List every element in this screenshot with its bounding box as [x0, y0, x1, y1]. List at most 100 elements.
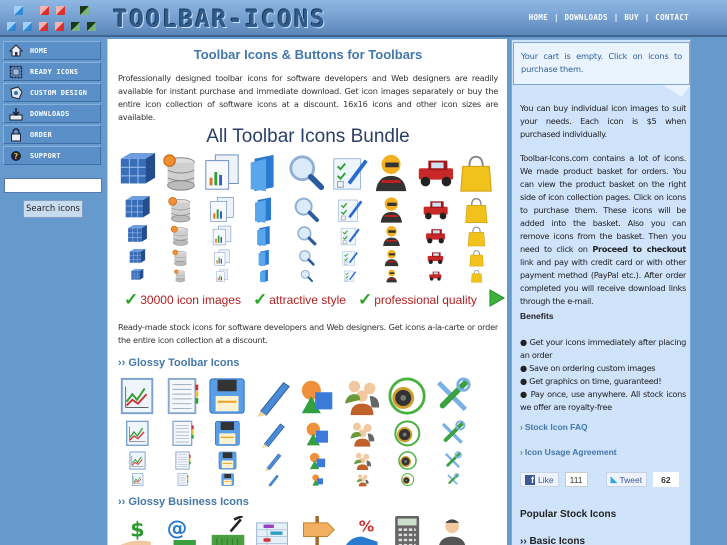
- businessman-icon[interactable]: [435, 516, 471, 545]
- database-gear-icon[interactable]: [173, 269, 187, 283]
- folder-icon[interactable]: [256, 249, 274, 267]
- glossy-business-icon-grid[interactable]: $ @%: [116, 516, 501, 545]
- report-chart-icon[interactable]: [202, 153, 242, 193]
- link-label[interactable]: Icon Usage Agreement: [525, 447, 617, 457]
- sidebar-item-custom-design[interactable]: CUSTOM DESIGN: [3, 83, 101, 102]
- site-logo[interactable]: TOOLBAR-ICONS: [113, 5, 327, 33]
- notebook-icon[interactable]: [169, 420, 197, 448]
- shapes-icon[interactable]: [308, 451, 328, 471]
- speaker-icon[interactable]: [401, 473, 415, 487]
- report-chart-icon[interactable]: [215, 269, 229, 283]
- floppy-disk-icon[interactable]: [221, 473, 235, 487]
- racer-icon[interactable]: [378, 196, 406, 224]
- users-icon[interactable]: [343, 377, 383, 417]
- folder-icon[interactable]: [251, 196, 279, 224]
- pencil-icon[interactable]: [253, 377, 293, 417]
- search-input[interactable]: [4, 178, 102, 193]
- users-icon[interactable]: [356, 473, 370, 487]
- database-gear-icon[interactable]: [166, 196, 194, 224]
- shopping-bag-icon[interactable]: [457, 153, 497, 193]
- users-icon[interactable]: [349, 420, 377, 448]
- speaker-icon[interactable]: [388, 377, 428, 417]
- pencil-icon[interactable]: [266, 473, 280, 487]
- cube-icon[interactable]: [126, 225, 148, 247]
- checklist-icon[interactable]: [341, 249, 359, 267]
- report-chart-icon[interactable]: [213, 249, 231, 267]
- speaker-icon[interactable]: [394, 420, 422, 448]
- cube-icon[interactable]: [117, 153, 157, 193]
- magnifier-icon[interactable]: [298, 249, 316, 267]
- checklist-icon[interactable]: [330, 153, 370, 193]
- topnav-contact[interactable]: CONTACT: [655, 13, 689, 22]
- chart-icon[interactable]: [118, 377, 158, 417]
- folder-icon[interactable]: [254, 225, 276, 247]
- section-title-glossy-toolbar[interactable]: ›› Glossy Toolbar Icons: [118, 357, 239, 369]
- jeep-icon[interactable]: [421, 196, 449, 224]
- bundle-title[interactable]: All Toolbar Icons Bundle: [108, 126, 508, 148]
- shopping-bag-icon[interactable]: [470, 269, 484, 283]
- report-chart-icon[interactable]: [211, 225, 233, 247]
- racer-icon[interactable]: [385, 269, 399, 283]
- checklist-icon[interactable]: [339, 225, 361, 247]
- section-title-glossy-business[interactable]: ›› Glossy Business Icons: [118, 496, 249, 508]
- shopping-bag-icon[interactable]: [463, 196, 491, 224]
- sidebar-item-downloads[interactable]: DOWNLOADS: [3, 104, 101, 123]
- shapes-icon[interactable]: [311, 473, 325, 487]
- link-label[interactable]: Stock Icon FAQ: [525, 422, 588, 432]
- pencil-icon[interactable]: [263, 451, 283, 471]
- icon-usage-agreement-link[interactable]: › Icon Usage Agreement: [520, 447, 617, 457]
- search-button[interactable]: Search icons: [23, 200, 83, 218]
- cube-icon[interactable]: [128, 249, 146, 267]
- magnifier-icon[interactable]: [287, 153, 327, 193]
- play-arrow-icon[interactable]: [489, 289, 505, 310]
- users-icon[interactable]: [353, 451, 373, 471]
- calculator-icon[interactable]: [390, 516, 426, 545]
- shapes-icon[interactable]: [304, 420, 332, 448]
- notebook-icon[interactable]: [176, 473, 190, 487]
- database-gear-icon[interactable]: [169, 225, 191, 247]
- racer-icon[interactable]: [383, 249, 401, 267]
- chart-icon[interactable]: [128, 451, 148, 471]
- jeep-icon[interactable]: [428, 269, 442, 283]
- report-chart-icon[interactable]: [208, 196, 236, 224]
- sidebar-item-ready-icons[interactable]: READY ICONS: [3, 62, 101, 81]
- racer-icon[interactable]: [372, 153, 412, 193]
- floppy-disk-icon[interactable]: [214, 420, 242, 448]
- chart-icon[interactable]: [131, 473, 145, 487]
- floppy-disk-icon[interactable]: [218, 451, 238, 471]
- tools-icon[interactable]: [443, 451, 463, 471]
- topnav-home[interactable]: HOME: [529, 13, 548, 22]
- shopping-bag-icon[interactable]: [468, 249, 486, 267]
- magnifier-icon[interactable]: [293, 196, 321, 224]
- chart-icon[interactable]: [124, 420, 152, 448]
- facebook-like-button[interactable]: f Like: [520, 472, 559, 487]
- tools-icon[interactable]: [433, 377, 473, 417]
- cube-icon[interactable]: [123, 196, 151, 224]
- notebook-icon[interactable]: [173, 451, 193, 471]
- cube-icon[interactable]: [130, 269, 144, 283]
- signpost-icon[interactable]: [300, 516, 336, 545]
- shapes-icon[interactable]: [298, 377, 338, 417]
- speaker-icon[interactable]: [398, 451, 418, 471]
- sidebar-item-order[interactable]: ORDER: [3, 125, 101, 144]
- notebook-icon[interactable]: [163, 377, 203, 417]
- floppy-disk-icon[interactable]: [208, 377, 248, 417]
- email-phone-icon[interactable]: @: [165, 516, 201, 545]
- magnifier-icon[interactable]: [296, 225, 318, 247]
- tools-icon[interactable]: [446, 473, 460, 487]
- topnav-downloads[interactable]: DOWNLOADS: [564, 13, 607, 22]
- tools-icon[interactable]: [439, 420, 467, 448]
- pencil-icon[interactable]: [259, 420, 287, 448]
- gantt-chart-icon[interactable]: [255, 516, 291, 545]
- jeep-icon[interactable]: [426, 249, 444, 267]
- stock-icon-faq-link[interactable]: › Stock Icon FAQ: [520, 422, 588, 432]
- topnav-buy[interactable]: BUY: [624, 13, 638, 22]
- sidebar-item-home[interactable]: HOME: [3, 41, 101, 60]
- checklist-icon[interactable]: [343, 269, 357, 283]
- basket-icon[interactable]: [210, 516, 246, 545]
- checklist-icon[interactable]: [336, 196, 364, 224]
- logo-tiles-icon[interactable]: [6, 4, 102, 34]
- car-discount-icon[interactable]: %: [345, 516, 381, 545]
- jeep-icon[interactable]: [415, 153, 455, 193]
- database-gear-icon[interactable]: [160, 153, 200, 193]
